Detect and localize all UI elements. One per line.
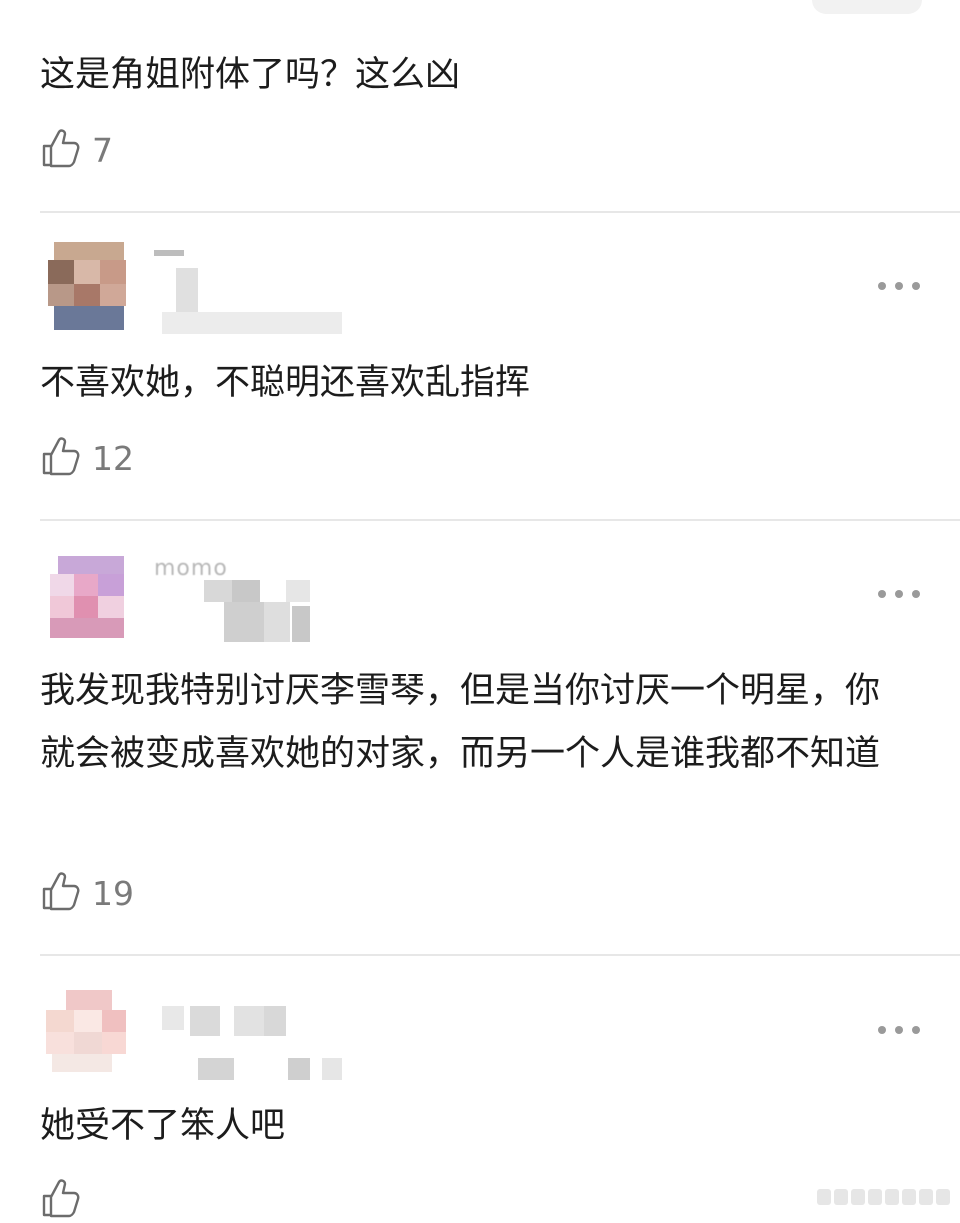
divider <box>40 954 960 956</box>
avatar[interactable] <box>40 550 128 638</box>
avatar[interactable] <box>40 986 128 1074</box>
comment-header: momo <box>40 550 920 642</box>
like-count: 7 <box>92 130 113 170</box>
like-count: 12 <box>92 438 134 478</box>
divider <box>40 519 960 521</box>
like-count: 19 <box>92 873 134 913</box>
comment-text: 这是角姐附体了吗？这么凶 <box>40 55 461 95</box>
username-blurred[interactable] <box>154 576 394 660</box>
divider <box>40 211 960 213</box>
watermark <box>817 1189 950 1205</box>
more-dots-icon[interactable] <box>878 1020 920 1040</box>
username-blurred[interactable] <box>154 250 394 334</box>
thumbs-up-icon <box>40 435 82 481</box>
thumbs-up-icon <box>40 1177 82 1223</box>
more-dots-icon[interactable] <box>878 276 920 296</box>
like-button[interactable] <box>40 1178 92 1222</box>
comment-text: 她受不了笨人吧 <box>40 1106 286 1146</box>
like-button[interactable]: 19 <box>40 871 134 915</box>
like-button[interactable]: 7 <box>40 128 113 172</box>
username-blurred[interactable] <box>154 1006 394 1090</box>
comment-text: 不喜欢她，不聪明还喜欢乱指挥 <box>40 363 531 403</box>
thumbs-up-icon <box>40 870 82 916</box>
like-button[interactable]: 12 <box>40 436 134 480</box>
comment-header <box>40 242 920 334</box>
avatar[interactable] <box>40 242 128 330</box>
top-action-pill[interactable] <box>812 0 922 14</box>
thumbs-up-icon <box>40 127 82 173</box>
comment-header <box>40 986 920 1080</box>
comment-text: 我发现我特别讨厌李雪琴，但是当你讨厌一个明星，你就会被变成喜欢她的对家，而另一个… <box>40 671 881 774</box>
more-dots-icon[interactable] <box>878 584 920 604</box>
